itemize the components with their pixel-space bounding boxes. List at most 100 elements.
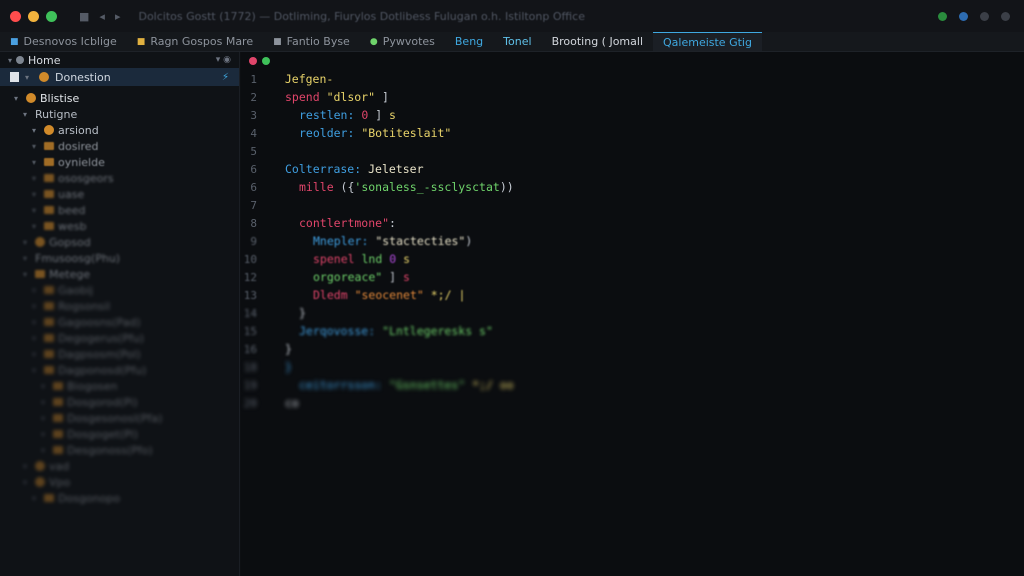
minimize-window-button[interactable] bbox=[28, 10, 39, 22]
chevron-down-icon[interactable]: ▾ bbox=[32, 318, 40, 327]
gear-icon[interactable] bbox=[1001, 11, 1010, 21]
chevron-down-icon[interactable]: ▾ bbox=[32, 222, 40, 231]
chevron-down-icon[interactable]: ▾ bbox=[32, 142, 40, 151]
chevron-down-icon[interactable]: ▾ bbox=[23, 270, 31, 279]
tree-item[interactable]: ▾ Degogerus(Pfu) bbox=[0, 330, 239, 346]
tree-item[interactable]: ▾ Dosgorod(Pi) bbox=[0, 394, 239, 410]
chevron-down-icon[interactable]: ▾ bbox=[32, 286, 40, 295]
chevron-down-icon[interactable]: ▾ bbox=[41, 430, 49, 439]
tab-4[interactable]: Beng bbox=[445, 32, 493, 51]
code-line[interactable]: 8 contlertmone": bbox=[241, 214, 1024, 232]
chevron-down-icon[interactable]: ▾ bbox=[23, 478, 31, 487]
tab-3[interactable]: ● Pywvotes bbox=[360, 32, 445, 51]
tree-item[interactable]: ▾ Dagponosd(Pfu) bbox=[0, 362, 239, 378]
account-icon[interactable] bbox=[959, 11, 968, 21]
tree-item[interactable]: ▾ Desgonoss(Pfo) bbox=[0, 442, 239, 458]
code-line[interactable]: 4 reolder: "Botiteslait" bbox=[241, 124, 1024, 142]
chevron-down-icon[interactable]: ▾ bbox=[41, 398, 49, 407]
chevron-down-icon[interactable]: ▾ bbox=[32, 302, 40, 311]
chevron-down-icon[interactable]: ▾ bbox=[41, 446, 49, 455]
tree-item[interactable]: ▾ Biogosen bbox=[0, 378, 239, 394]
chevron-down-icon[interactable]: ▾ bbox=[32, 174, 40, 183]
bolt-icon[interactable]: ⚡ bbox=[222, 72, 229, 83]
chevron-down-icon[interactable]: ▾ bbox=[8, 56, 16, 65]
tree-item[interactable]: ▾ Gagoosns(Pad) bbox=[0, 314, 239, 330]
chevron-down-icon[interactable]: ▾ bbox=[23, 110, 31, 119]
chevron-down-icon[interactable]: ▾ bbox=[23, 238, 31, 247]
code-line[interactable]: 18} bbox=[241, 358, 1024, 376]
code-line[interactable]: 2 spend "dlsor" ] bbox=[241, 88, 1024, 106]
tree-item[interactable]: ▾ Rogsonsil bbox=[0, 298, 239, 314]
chevron-down-icon[interactable]: ▾ bbox=[41, 414, 49, 423]
code-line[interactable]: 5 bbox=[241, 142, 1024, 160]
code-line[interactable]: 1 Jefgen- bbox=[241, 70, 1024, 88]
code-line[interactable]: 6 mille ({'sonaless_-ssclysctat)) bbox=[241, 178, 1024, 196]
tree-item[interactable]: ▾ Dosgonopo bbox=[0, 490, 239, 506]
chevron-down-icon[interactable]: ▾ bbox=[32, 350, 40, 359]
code-line[interactable]: 6 Colterrase: Jeletser bbox=[241, 160, 1024, 178]
folder-icon bbox=[44, 494, 54, 502]
square-icon[interactable]: ■ bbox=[79, 10, 89, 23]
tree-item[interactable]: ▾ arsiond bbox=[0, 122, 239, 138]
code-line[interactable]: 12 orgoreace" ] s bbox=[241, 268, 1024, 286]
chevron-down-icon[interactable]: ▾ bbox=[32, 126, 40, 135]
code-line[interactable]: 16} bbox=[241, 340, 1024, 358]
tree-item[interactable]: ▾ Dosgoget(Pl) bbox=[0, 426, 239, 442]
tree-item[interactable]: ▾ wesb bbox=[0, 218, 239, 234]
tab-7-active[interactable]: Qalemeiste Gtig bbox=[653, 32, 762, 51]
sidebar-selected-item[interactable]: ▾ Donestion ⚡ bbox=[0, 68, 239, 86]
code-lines[interactable]: 1 Jefgen- 2 spend "dlsor" ] 3 restlen: 0 ] s… bbox=[241, 70, 1024, 412]
maximize-window-button[interactable] bbox=[46, 10, 57, 22]
chevron-down-icon[interactable]: ▾ bbox=[41, 382, 49, 391]
code-line[interactable]: 20 co bbox=[241, 394, 1024, 412]
chevron-down-icon[interactable]: ▾ bbox=[32, 206, 40, 215]
tab-2[interactable]: ■ Fantio Byse bbox=[263, 32, 360, 51]
code-editor[interactable]: 1 Jefgen- 2 spend "dlsor" ] 3 restlen: 0 ] s… bbox=[241, 52, 1024, 576]
code-line[interactable]: 19 ceitorrsson: "Gsnsettes" *;/ oo bbox=[241, 376, 1024, 394]
tree-item[interactable]: ▾ dosired bbox=[0, 138, 239, 154]
tree-item[interactable]: ▾ Gaobij bbox=[0, 282, 239, 298]
code-line[interactable]: 13 Dledm "seocenet" *;/ | bbox=[241, 286, 1024, 304]
tree-item[interactable]: ▾ Metege bbox=[0, 266, 239, 282]
chevron-down-icon[interactable]: ▾ bbox=[32, 494, 40, 503]
sidebar-header: ▾ Home ▾ ◉ bbox=[8, 53, 231, 67]
code-line[interactable]: 10 spenel lnd 0 s bbox=[241, 250, 1024, 268]
tab-1[interactable]: ■ Ragn Gospos Mare bbox=[127, 32, 263, 51]
chevron-down-icon[interactable]: ▾ bbox=[23, 254, 31, 263]
tree-item[interactable]: ▾ oynielde bbox=[0, 154, 239, 170]
tree-item[interactable]: ▾ Blistise bbox=[0, 90, 239, 106]
chevron-down-icon[interactable]: ▾ bbox=[32, 366, 40, 375]
tree-item[interactable]: ▾ Rutigne bbox=[0, 106, 239, 122]
line-number: 20 bbox=[243, 396, 257, 410]
tree-item[interactable]: ▾ ososgeors bbox=[0, 170, 239, 186]
tree-item[interactable]: ▾ Dosgesonosl(Pfa) bbox=[0, 410, 239, 426]
filter-icon[interactable]: ▾ ◉ bbox=[216, 55, 231, 65]
forward-icon[interactable]: ▸ bbox=[115, 10, 121, 23]
tree-item[interactable]: ▾ beed bbox=[0, 202, 239, 218]
tab-0[interactable]: ■ Desnovos Icblige bbox=[0, 32, 127, 51]
tree-item[interactable]: ▾ Vpo bbox=[0, 474, 239, 490]
close-window-button[interactable] bbox=[10, 10, 21, 22]
chevron-down-icon[interactable]: ▾ bbox=[23, 462, 31, 471]
tree-item[interactable]: ▾ Fmusoosg(Phu) bbox=[0, 250, 239, 266]
chevron-down-icon[interactable]: ▾ bbox=[32, 334, 40, 343]
tab-6[interactable]: Brooting ( Jomall bbox=[542, 32, 653, 51]
tab-5[interactable]: Tonel bbox=[493, 32, 541, 51]
tree-item[interactable]: ▾ uase bbox=[0, 186, 239, 202]
code-line[interactable]: 7 bbox=[241, 196, 1024, 214]
back-icon[interactable]: ◂ bbox=[99, 10, 105, 23]
tree-item[interactable]: ▾ Gopsod bbox=[0, 234, 239, 250]
tree-item[interactable]: ▾ vad bbox=[0, 458, 239, 474]
code-line[interactable]: 14} bbox=[241, 304, 1024, 322]
code-line[interactable]: 15 Jerqovosse: "Lntlegeresks s" bbox=[241, 322, 1024, 340]
chevron-down-icon[interactable]: ▾ bbox=[32, 190, 40, 199]
code-line[interactable]: 3 restlen: 0 ] s bbox=[241, 106, 1024, 124]
chevron-down-icon[interactable]: ▾ bbox=[14, 94, 22, 103]
breakpoint-icon[interactable] bbox=[249, 57, 257, 65]
tree-item[interactable]: ▾ Dagpsosm(Pol) bbox=[0, 346, 239, 362]
settings-icon[interactable] bbox=[980, 11, 989, 21]
code-line[interactable]: 9 Mnepler: "stactecties") bbox=[241, 232, 1024, 250]
chevron-down-icon[interactable]: ▾ bbox=[32, 158, 40, 167]
chevron-down-icon[interactable]: ▾ bbox=[25, 73, 33, 82]
